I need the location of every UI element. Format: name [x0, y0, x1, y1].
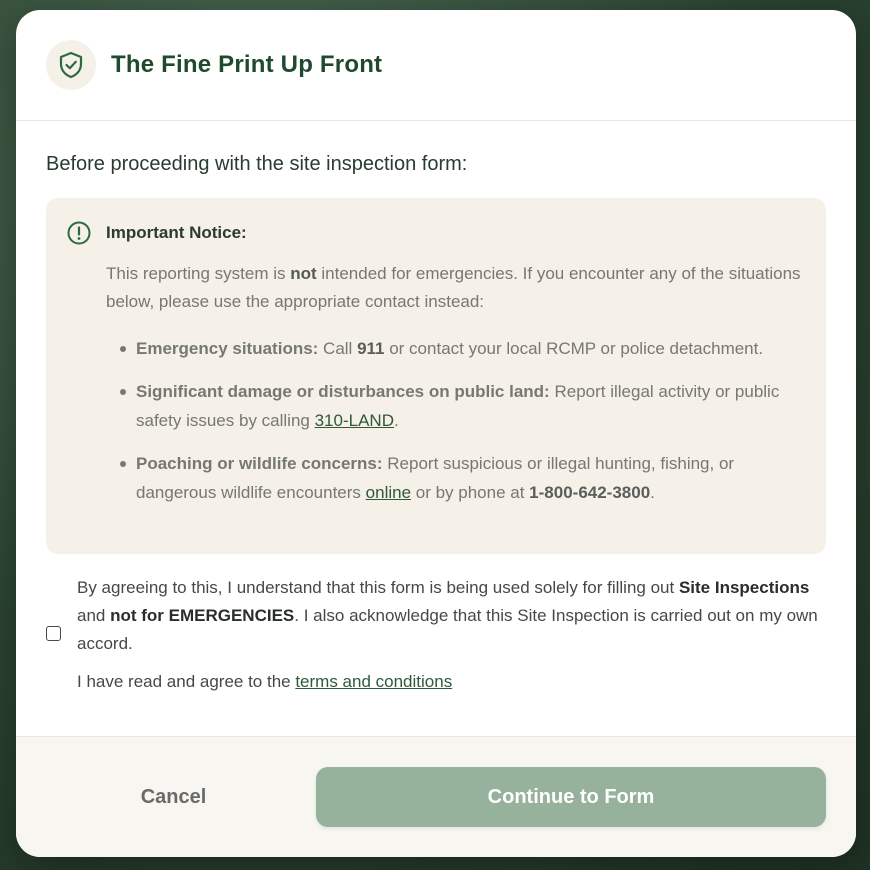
terms-prefix: I have read and agree to the: [77, 672, 296, 691]
310-land-link[interactable]: 310-LAND: [315, 411, 394, 430]
terms-link[interactable]: terms and conditions: [295, 672, 452, 691]
agreement-emphasis: Site Inspections: [678, 578, 810, 597]
item-text: .: [393, 411, 399, 430]
item-text: Call: [318, 339, 358, 358]
dialog-title: The Fine Print Up Front: [111, 51, 383, 78]
alert-circle-icon: [66, 220, 92, 246]
notice-text-emphasis: not: [290, 264, 317, 283]
terms-dialog: The Fine Print Up Front Before proceedin…: [16, 10, 856, 857]
intro-text: Before proceeding with the site inspecti…: [46, 153, 468, 175]
online-report-link[interactable]: online: [366, 483, 411, 502]
notice-text: This reporting system is not intended fo…: [106, 260, 806, 316]
dialog-body: Before proceeding with the site inspecti…: [16, 121, 856, 692]
item-text: or by phone at: [411, 483, 530, 502]
list-item: Emergency situations: Call 911 or contac…: [120, 334, 806, 363]
agreement-text: By agreeing to this, I understand that t…: [77, 574, 826, 658]
wildlife-phone: 1-800-642-3800: [529, 483, 651, 502]
agreement-part: By agreeing to this, I understand that t…: [77, 578, 679, 597]
agree-checkbox[interactable]: [46, 626, 61, 641]
item-label: Significant damage or disturbances on pu…: [136, 382, 550, 401]
continue-button[interactable]: Continue to Form: [316, 767, 826, 827]
important-notice: Important Notice: This reporting system …: [46, 198, 826, 554]
dialog-footer: Cancel Continue to Form: [16, 736, 856, 857]
item-text: or contact your local RCMP or police det…: [384, 339, 764, 358]
agreement-part: and: [77, 606, 111, 625]
terms-line: I have read and agree to the terms and c…: [77, 672, 826, 692]
notice-title: Important Notice:: [106, 223, 247, 242]
cancel-button[interactable]: Cancel: [46, 767, 301, 827]
item-text: .: [650, 483, 655, 502]
notice-header: Important Notice:: [66, 220, 806, 246]
phone-911: 911: [357, 339, 385, 358]
shield-check-icon: [46, 40, 96, 90]
item-label: Emergency situations:: [136, 339, 319, 358]
contact-list: Emergency situations: Call 911 or contac…: [120, 334, 806, 507]
list-item: Poaching or wildlife concerns: Report su…: [120, 449, 806, 507]
agreement-emphasis: not for EMERGENCIES: [110, 606, 295, 625]
item-label: Poaching or wildlife concerns:: [136, 454, 383, 473]
list-item: Significant damage or disturbances on pu…: [120, 377, 806, 435]
agreement-row: By agreeing to this, I understand that t…: [46, 574, 826, 658]
notice-text-part: This reporting system is: [106, 264, 291, 283]
dialog-header: The Fine Print Up Front: [16, 10, 856, 121]
